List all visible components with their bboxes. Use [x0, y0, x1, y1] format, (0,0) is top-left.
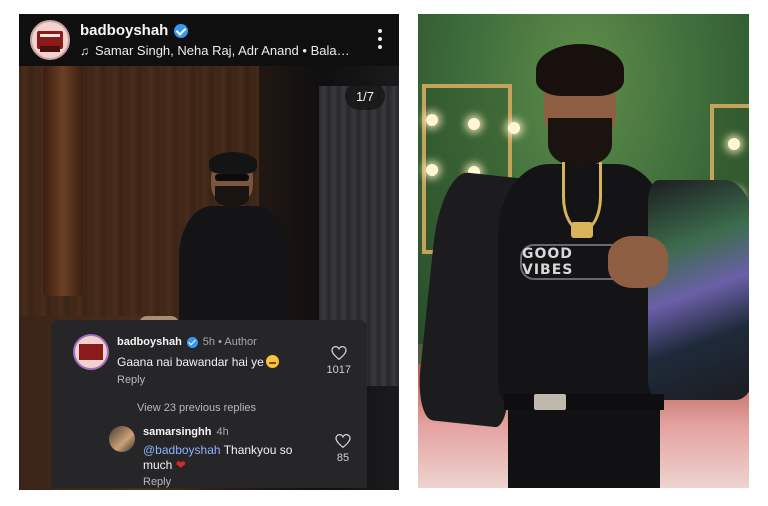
- reply-avatar[interactable]: [109, 426, 135, 452]
- verified-badge-icon: [186, 336, 198, 348]
- comment-body: Gaana nai bawandar hai ye: [117, 355, 264, 369]
- comment-like: 1017: [327, 346, 351, 376]
- chain-pendant: [571, 222, 593, 238]
- comment-avatar[interactable]: [73, 334, 109, 370]
- red-heart-emoji-icon: ❤: [175, 458, 186, 472]
- man-hair: [536, 44, 624, 96]
- post-username[interactable]: badboyshah: [80, 22, 168, 39]
- post-header: badboyshah ♫ Samar Singh, Neha Raj, Adr …: [19, 14, 399, 66]
- reply-meta: 4h: [216, 426, 229, 438]
- like-count: 85: [336, 452, 350, 464]
- standing-man: GOOD VIBES: [418, 44, 749, 488]
- composite-image: badboyshah ♫ Samar Singh, Neha Raj, Adr …: [0, 0, 768, 506]
- music-row[interactable]: ♫ Samar Singh, Neha Raj, Adr Anand • Bal…: [80, 43, 350, 58]
- man-hair: [209, 152, 257, 174]
- username-row: badboyshah: [80, 22, 350, 39]
- music-note-icon: ♫: [80, 43, 89, 58]
- avatar-logo: [79, 344, 103, 360]
- instagram-post-screenshot: badboyshah ♫ Samar Singh, Neha Raj, Adr …: [19, 14, 399, 490]
- carousel-counter: 1/7: [345, 82, 385, 110]
- verified-badge-icon: [174, 23, 189, 38]
- black-pants: [508, 410, 660, 488]
- reply-like: 85: [335, 434, 351, 464]
- reply-button[interactable]: Reply: [143, 476, 171, 488]
- mention-link[interactable]: @badboyshah: [143, 443, 221, 457]
- belt-buckle: [534, 394, 566, 410]
- profile-avatar[interactable]: [30, 20, 70, 60]
- avatar-logo-base: [40, 46, 60, 52]
- belt: [504, 394, 664, 410]
- heart-outline-icon[interactable]: [335, 434, 351, 448]
- jacket-right-printed: [648, 180, 749, 400]
- reply-username[interactable]: samarsinghh: [143, 426, 211, 438]
- view-previous-replies[interactable]: View 23 previous replies: [137, 402, 256, 414]
- man-hand: [608, 236, 668, 288]
- music-attribution: Samar Singh, Neha Raj, Adr Anand • Bala…: [95, 43, 350, 58]
- comment-text: Gaana nai bawandar hai ye: [117, 355, 279, 369]
- reply-button[interactable]: Reply: [117, 374, 145, 386]
- reply-header: samarsinghh 4h: [143, 426, 229, 438]
- comment-username[interactable]: badboyshah: [117, 336, 182, 348]
- wood-pillar: [43, 66, 83, 296]
- comments-sheet: badboyshah 5h • Author Gaana nai bawanda…: [51, 320, 367, 488]
- heart-outline-icon[interactable]: [331, 346, 347, 360]
- more-options-icon[interactable]: [377, 29, 383, 49]
- sunglasses: [215, 174, 249, 181]
- comment-header: badboyshah 5h • Author: [117, 336, 257, 348]
- like-count: 1017: [326, 364, 351, 376]
- reply-text: @badboyshah Thankyou so much ❤: [143, 443, 293, 473]
- frustrated-face-emoji-icon: [265, 355, 279, 368]
- man-beard: [215, 186, 249, 206]
- man-beard: [548, 118, 612, 166]
- studio-photo: GOOD VIBES: [418, 14, 749, 488]
- header-text: badboyshah ♫ Samar Singh, Neha Raj, Adr …: [80, 22, 350, 58]
- comment-meta: 5h • Author: [202, 336, 257, 348]
